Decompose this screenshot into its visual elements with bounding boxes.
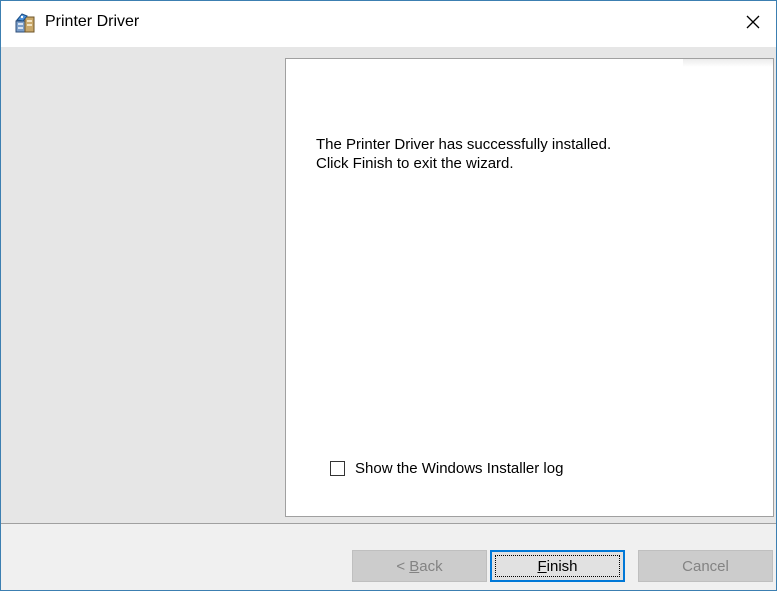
title-bar[interactable]: Printer Driver	[1, 1, 776, 47]
close-button[interactable]	[730, 1, 776, 47]
cancel-label: Cancel	[682, 557, 729, 575]
show-log-checkbox[interactable]	[330, 461, 345, 476]
finish-accelerator: F	[537, 557, 547, 575]
back-accelerator: B	[409, 557, 420, 575]
message-line-1: The Printer Driver has successfully inst…	[316, 136, 612, 153]
close-icon	[745, 14, 761, 34]
message-line-2: Click Finish to exit the wizard.	[316, 155, 514, 172]
window-title: Printer Driver	[45, 13, 140, 30]
content-panel: The Printer Driver has successfully inst…	[285, 58, 774, 517]
finish-label-rest: inish	[546, 557, 578, 575]
show-log-option[interactable]: Show the Windows Installer log	[330, 460, 563, 477]
show-log-label[interactable]: Show the Windows Installer log	[355, 460, 563, 477]
back-label: < Back	[396, 558, 442, 575]
back-button[interactable]: < Back	[352, 550, 487, 582]
wizard-body: The Printer Driver has successfully inst…	[1, 47, 776, 523]
installer-package-icon	[14, 12, 36, 34]
finish-button[interactable]: Finish	[490, 550, 625, 582]
installer-window: Printer Driver The Printer Driver has su…	[0, 0, 777, 591]
cancel-button[interactable]: Cancel	[638, 550, 773, 582]
button-bar: < Back Finish Cancel	[1, 524, 776, 590]
back-label-rest: ack	[419, 557, 443, 575]
finish-label: Finish	[537, 558, 577, 575]
back-prefix: <	[396, 557, 410, 575]
panel-shade	[683, 59, 773, 67]
completion-message: The Printer Driver has successfully inst…	[316, 135, 611, 173]
